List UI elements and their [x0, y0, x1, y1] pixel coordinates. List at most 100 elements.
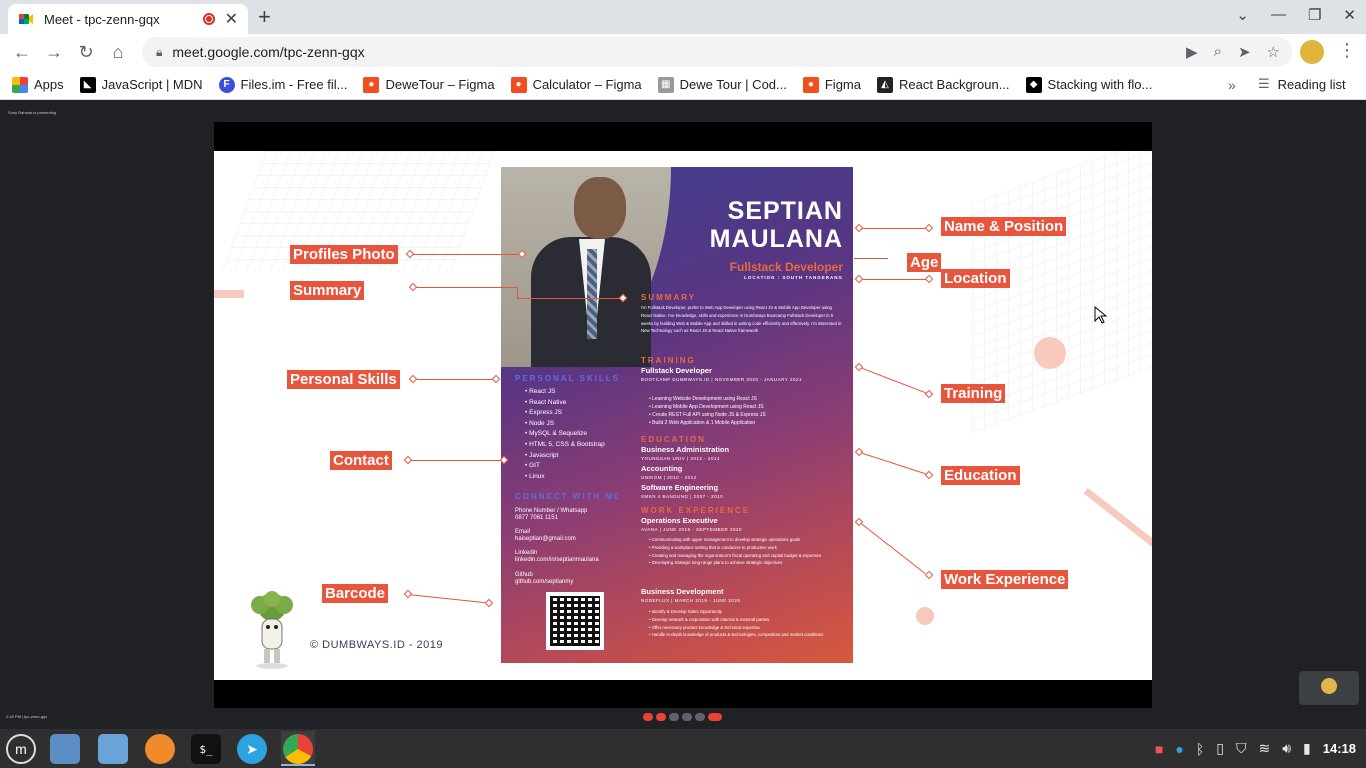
bookmark-mdn[interactable]: ◣ JavaScript | MDN	[79, 76, 203, 93]
participant-avatar	[1321, 678, 1337, 694]
label-work-experience: Work Experience	[941, 570, 1069, 589]
slide: SEPTIAN MAULANA Fullstack Developer LOCA…	[214, 151, 1152, 680]
skills-list: React JS React Native Express JS Node JS…	[525, 387, 605, 482]
reading-list-button[interactable]: ☰ Reading list	[1258, 76, 1346, 92]
work-title: Business Development	[641, 587, 724, 596]
self-view-tile[interactable]	[1299, 671, 1359, 705]
mic-button[interactable]	[643, 713, 653, 721]
send-icon[interactable]: ➤	[1238, 43, 1251, 61]
terminal-icon[interactable]: $_	[191, 734, 221, 764]
url-text: meet.google.com/tpc-zenn-gqx	[172, 44, 365, 60]
label-personal-skills: Personal Skills	[287, 370, 400, 389]
window-controls: ⌄ — ❐ ✕	[1236, 6, 1356, 24]
leader-line	[859, 367, 932, 396]
work-date: AVANA | JUNE 2018 - SEPTEMBER 2020	[641, 527, 743, 532]
close-window-button[interactable]: ✕	[1343, 6, 1356, 24]
folder-icon[interactable]	[50, 734, 80, 764]
wifi-icon[interactable]: ≋	[1258, 740, 1270, 757]
bookmark-dewetour-figma[interactable]: ● DeweTour – Figma	[363, 76, 495, 93]
bookmark-calculator-figma[interactable]: ● Calculator – Figma	[510, 76, 642, 93]
reload-icon[interactable]: ↻	[70, 42, 102, 63]
label-barcode: Barcode	[322, 584, 389, 603]
browser-toolbar: ← → ↻ ⌂ 🔒︎ meet.google.com/tpc-zenn-gqx …	[0, 34, 1366, 70]
copyright-text: © DUMBWAYS.ID - 2019	[310, 639, 444, 651]
education-date: UNIKOM | 2010 - 2012	[641, 475, 697, 480]
filesim-icon: F	[218, 76, 235, 93]
tab-search-icon[interactable]: ⌄	[1236, 6, 1249, 24]
restore-button[interactable]: ❐	[1308, 6, 1321, 24]
circle-decoration	[916, 607, 934, 625]
bookmarks-more-icon[interactable]: »	[1228, 77, 1236, 93]
leader-line	[859, 522, 926, 574]
home-icon[interactable]: ⌂	[102, 42, 134, 63]
captions-button[interactable]	[669, 713, 679, 721]
files-icon[interactable]	[98, 734, 128, 764]
bookmark-react-background[interactable]: ◭ React Backgroun...	[876, 76, 1010, 93]
bookmark-star-icon[interactable]: ☆	[1267, 43, 1280, 61]
leader-dot	[403, 589, 413, 599]
bookmark-dewetour-code[interactable]: ▦ Dewe Tour | Cod...	[657, 76, 787, 93]
profile-avatar[interactable]	[1300, 40, 1324, 64]
leader-line	[517, 298, 623, 299]
screen-record-icon[interactable]: ■	[1155, 741, 1163, 757]
leader-dot	[408, 282, 418, 292]
tab-close-icon[interactable]: ✕	[225, 9, 238, 29]
menu-kebab-icon[interactable]: ⋮	[1338, 40, 1356, 61]
skills-heading: PERSONAL SKILLS	[515, 374, 620, 383]
label-education: Education	[941, 466, 1020, 485]
figma-icon: ●	[363, 76, 380, 93]
bookmark-figma[interactable]: ● Figma	[802, 76, 861, 93]
tab-meet[interactable]: Meet - tpc-zenn-gqx ✕	[8, 4, 248, 34]
education-heading: EDUCATION	[641, 435, 706, 444]
leader-line	[860, 228, 930, 229]
label-name-position: Name & Position	[941, 217, 1067, 236]
resume-location: LOCATION : SOUTH TANGERANG	[744, 275, 843, 280]
minimize-button[interactable]: —	[1271, 6, 1286, 24]
leader-line	[854, 258, 888, 259]
more-options-button[interactable]	[695, 713, 705, 721]
contact-github: Github github.com/septianmy	[515, 572, 574, 585]
meeting-info: 2:18 PM | tpc-zenn-gqx	[6, 714, 48, 719]
camera-button[interactable]	[656, 713, 666, 721]
zoom-icon[interactable]: ⌕	[1214, 43, 1222, 61]
react-background-icon: ◭	[876, 76, 893, 93]
work-date: NODEFLUX | MARCH 2019 - JUNE 2020	[641, 598, 741, 603]
telegram-tray-icon[interactable]: ●	[1175, 741, 1183, 757]
present-button[interactable]	[682, 713, 692, 721]
recording-icon	[202, 13, 215, 25]
clipboard-icon[interactable]: ▯	[1216, 740, 1224, 757]
bluetooth-icon[interactable]: ᛒ	[1196, 741, 1204, 757]
address-bar[interactable]: 🔒︎ meet.google.com/tpc-zenn-gqx ▶︎ ⌕ ➤ ☆	[142, 37, 1292, 67]
clock[interactable]: 14:18	[1323, 741, 1356, 756]
battery-icon[interactable]: ▮	[1303, 740, 1311, 757]
shield-icon[interactable]: ⛉	[1236, 740, 1247, 757]
contact-phone: Phone Number / Whatsapp 0877 7061 1151	[515, 508, 588, 521]
work-list: Identify & Develop Sales Opportunity Dev…	[649, 608, 847, 639]
qr-code	[546, 592, 604, 650]
firefox-icon[interactable]	[145, 734, 175, 764]
telegram-icon[interactable]: ➤	[237, 734, 267, 764]
mint-menu-icon[interactable]: m	[6, 734, 36, 764]
new-tab-button[interactable]: +	[258, 4, 271, 30]
leader-dot	[484, 598, 494, 608]
education-date: YOUNGSAN UNIV | 2012 - 2014	[641, 456, 720, 461]
circle-decoration	[1034, 337, 1066, 369]
leader-dot	[854, 223, 864, 233]
bookmark-stacking-flow[interactable]: ◆ Stacking with flo...	[1025, 76, 1152, 93]
volume-icon[interactable]: 🔊︎	[1282, 740, 1291, 757]
forward-icon[interactable]: →	[38, 42, 70, 63]
meet-stage: Sony Rahmat is presenting SEPTIAN MAULAN…	[0, 101, 1366, 729]
reading-list-icon: ☰	[1258, 76, 1270, 91]
leave-call-button[interactable]	[708, 713, 722, 721]
bookmark-apps[interactable]: Apps	[12, 76, 64, 93]
label-contact: Contact	[330, 451, 392, 470]
chrome-icon[interactable]	[283, 734, 313, 764]
os-taskbar: m $_ ➤ ■ ● ᛒ ▯ ⛉ ≋ 🔊︎ ▮ 14:18	[0, 729, 1366, 768]
bookmark-filesim[interactable]: F Files.im - Free fil...	[218, 76, 347, 93]
camera-icon[interactable]: ▶︎	[1186, 43, 1198, 61]
back-icon[interactable]: ←	[6, 42, 38, 63]
stripe-decoration	[214, 290, 244, 298]
leader-dot	[491, 374, 501, 384]
work-heading: WORK EXPERIENCE	[641, 506, 751, 515]
page-icon: ▦	[657, 76, 674, 93]
